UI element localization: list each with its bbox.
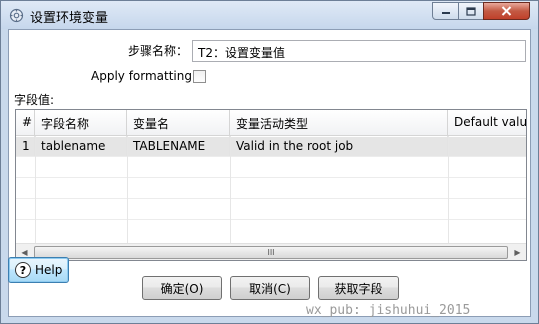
apply-formatting-label: Apply formatting: [91, 69, 192, 83]
grid-line: [16, 219, 526, 220]
column-header-index[interactable]: #: [16, 110, 35, 136]
title-bar[interactable]: 设置环境变量: [1, 1, 538, 29]
get-fields-button[interactable]: 获取字段: [318, 276, 399, 300]
grid-line: [16, 156, 526, 157]
grid-line: [16, 177, 526, 178]
step-name-label: 步骤名称：: [128, 44, 189, 58]
scrollbar-thumb[interactable]: III: [34, 246, 508, 259]
help-button[interactable]: ? Help: [8, 257, 69, 283]
grid-line: [35, 136, 36, 246]
column-header-default-value[interactable]: Default valu: [448, 110, 526, 136]
step-name-input[interactable]: T2：设置变量值: [192, 40, 526, 62]
table-cell-variable-type[interactable]: Valid in the root job: [230, 136, 448, 156]
table-cell-default-value[interactable]: [448, 136, 526, 156]
apply-formatting-checkbox[interactable]: [193, 70, 206, 83]
table-cell-variable-name[interactable]: TABLENAME: [127, 136, 230, 156]
variable-icon: [9, 8, 24, 23]
help-icon: ?: [15, 262, 31, 278]
window-title: 设置环境变量: [30, 11, 109, 26]
minimize-icon: [441, 12, 450, 14]
minimize-button[interactable]: [432, 2, 459, 20]
close-button[interactable]: [483, 2, 530, 20]
dialog-window: 设置环境变量 步骤名称： T2：设置变量值 Apply formatting 字…: [0, 0, 539, 324]
grid-line: [448, 136, 449, 246]
horizontal-scrollbar[interactable]: ◀ III ▶: [16, 243, 526, 260]
scroll-grip: III: [267, 247, 275, 257]
maximize-button[interactable]: [458, 2, 484, 20]
watermark-text: wx_pub: jishuhui_2015: [306, 303, 471, 318]
grid-line: [16, 198, 526, 199]
close-icon: [501, 6, 512, 16]
ok-button[interactable]: 确定(O): [142, 276, 222, 300]
fields-label: 字段值:: [14, 93, 55, 107]
help-button-label: Help: [35, 263, 63, 277]
table-cell-field-name[interactable]: tablename: [35, 136, 127, 156]
grid-line: [127, 136, 128, 246]
column-header-field-name[interactable]: 字段名称: [35, 110, 127, 136]
maximize-icon: [466, 6, 476, 16]
dialog-body: 步骤名称： T2：设置变量值 Apply formatting 字段值: # 字…: [8, 29, 531, 317]
column-header-variable-name[interactable]: 变量名: [127, 110, 230, 136]
scroll-right-icon[interactable]: ▶: [509, 244, 526, 260]
fields-table: # 字段名称 变量名 变量活动类型 Default valu 1 tablena…: [15, 109, 527, 261]
table-cell-index[interactable]: 1: [16, 136, 35, 156]
cancel-button[interactable]: 取消(C): [230, 276, 310, 300]
column-header-variable-type[interactable]: 变量活动类型: [230, 110, 448, 136]
grid-line: [230, 136, 231, 246]
